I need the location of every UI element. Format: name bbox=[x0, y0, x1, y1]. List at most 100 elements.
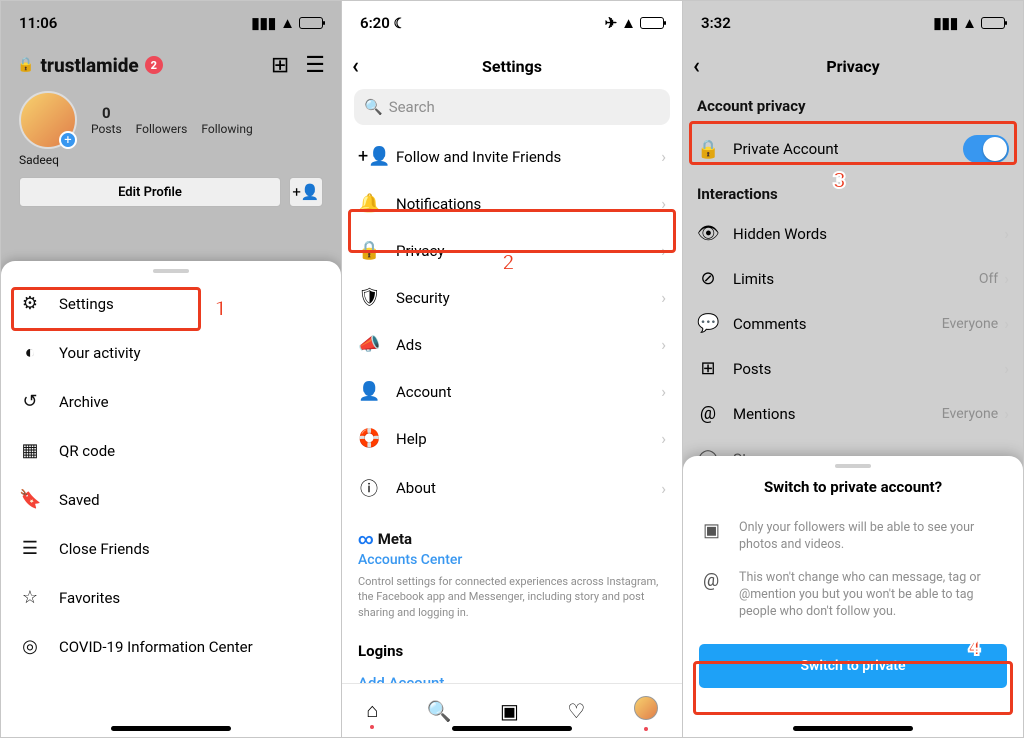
switch-to-private-button[interactable]: Switch to private bbox=[699, 644, 1007, 688]
home-indicator[interactable] bbox=[793, 726, 913, 731]
row-label: Follow and Invite Friends bbox=[396, 148, 561, 166]
panel-profile-menu: 11:06 ▮▮▮ ▲ 🔒 trustlamide 2 ⊞ ☰ bbox=[1, 1, 342, 737]
sheet-grabber[interactable] bbox=[153, 269, 189, 273]
chevron-right-icon: › bbox=[661, 194, 666, 213]
settings-security[interactable]: 🛡 Security › bbox=[342, 274, 682, 321]
menu-close-friends[interactable]: ☰Close Friends bbox=[1, 524, 341, 573]
tab-activity[interactable]: ♡ bbox=[567, 699, 585, 723]
chevron-right-icon: › bbox=[661, 288, 666, 307]
row-label: Security bbox=[396, 289, 450, 307]
lock-icon: 🔒 bbox=[358, 240, 380, 261]
hamburger-menu-icon[interactable]: ☰ bbox=[305, 53, 325, 78]
signal-icon: ▮▮▮ bbox=[933, 14, 958, 32]
menu-covid[interactable]: ◎COVID-19 Information Center bbox=[1, 622, 341, 671]
row-posts[interactable]: ⊞Posts› bbox=[683, 346, 1023, 391]
status-time: 3:32 bbox=[701, 14, 731, 32]
menu-qr[interactable]: ▦QR code bbox=[1, 426, 341, 475]
back-button[interactable]: ‹ bbox=[352, 54, 359, 79]
search-placeholder: Search bbox=[389, 98, 435, 116]
private-account-toggle[interactable] bbox=[963, 135, 1009, 163]
menu-label: Settings bbox=[59, 295, 114, 313]
tab-reels[interactable]: ▣ bbox=[500, 699, 519, 723]
qr-icon: ▦ bbox=[19, 440, 41, 461]
panel-settings: 6:20 ☾ ✈ ▲ ‹ Settings 🔍 Search +👤Follow … bbox=[342, 1, 683, 737]
home-indicator[interactable] bbox=[111, 726, 231, 731]
eye-off-icon: 👁 bbox=[697, 223, 719, 244]
menu-favorites[interactable]: ☆Favorites bbox=[1, 573, 341, 622]
home-indicator[interactable] bbox=[452, 726, 572, 731]
tab-search[interactable]: 🔍 bbox=[427, 699, 452, 723]
row-label: Comments bbox=[733, 315, 807, 333]
help-icon: 🛟 bbox=[358, 428, 380, 449]
reels-icon: ▣ bbox=[703, 520, 725, 541]
row-mentions[interactable]: @MentionsEveryone› bbox=[683, 391, 1023, 436]
row-limits[interactable]: ⊘LimitsOff› bbox=[683, 256, 1023, 301]
bell-icon: 🔔 bbox=[358, 193, 380, 214]
menu-label: Archive bbox=[59, 393, 109, 411]
chevron-right-icon: › bbox=[661, 479, 666, 498]
page-title: Settings bbox=[482, 57, 542, 76]
settings-header: ‹ Settings bbox=[342, 45, 682, 87]
section-interactions: Interactions bbox=[683, 175, 1023, 211]
row-hidden-words[interactable]: 👁Hidden Words› bbox=[683, 211, 1023, 256]
discover-people-button[interactable]: +👤 bbox=[289, 177, 323, 207]
lock-icon: 🔒 bbox=[697, 139, 719, 160]
menu-archive[interactable]: ↺Archive bbox=[1, 377, 341, 426]
shield-icon: 🛡 bbox=[358, 287, 380, 308]
settings-help[interactable]: 🛟Help› bbox=[342, 415, 682, 462]
row-label: Hidden Words bbox=[733, 225, 827, 243]
menu-label: COVID-19 Information Center bbox=[59, 638, 253, 656]
privacy-header: ‹ Privacy bbox=[683, 45, 1023, 87]
new-post-icon[interactable]: ⊞ bbox=[271, 53, 289, 78]
stat-posts[interactable]: 0Posts bbox=[91, 104, 122, 136]
status-bar: 3:32 ▮▮▮ ▲ bbox=[683, 1, 1023, 45]
menu-label: Your activity bbox=[59, 344, 141, 362]
settings-follow-invite[interactable]: +👤Follow and Invite Friends› bbox=[342, 133, 682, 180]
settings-account[interactable]: 👤Account› bbox=[342, 368, 682, 415]
profile-menu-sheet: ⚙Settings ◐Your activity ↺Archive ▦QR co… bbox=[1, 261, 341, 737]
plus-square-icon: ⊞ bbox=[697, 358, 719, 379]
sheet-grabber[interactable] bbox=[835, 464, 871, 468]
accounts-center-link[interactable]: Accounts Center bbox=[358, 548, 666, 568]
private-account-row[interactable]: 🔒 Private Account bbox=[683, 123, 1023, 175]
at-icon: @ bbox=[697, 403, 719, 424]
search-input[interactable]: 🔍 Search bbox=[354, 89, 670, 125]
row-value: Everyone bbox=[942, 406, 998, 422]
edit-profile-button[interactable]: Edit Profile bbox=[19, 177, 281, 207]
stat-following[interactable]: Following bbox=[201, 104, 252, 136]
back-button[interactable]: ‹ bbox=[693, 54, 700, 79]
row-comments[interactable]: 💬CommentsEveryone› bbox=[683, 301, 1023, 346]
tab-home[interactable]: ⌂ bbox=[366, 698, 378, 723]
chevron-right-icon: › bbox=[661, 335, 666, 354]
menu-saved[interactable]: 🔖Saved bbox=[1, 475, 341, 524]
menu-settings[interactable]: ⚙Settings bbox=[1, 279, 341, 328]
comment-icon: 💬 bbox=[697, 313, 719, 334]
step-number-3: 3 bbox=[833, 169, 846, 194]
row-label: Notifications bbox=[396, 195, 481, 213]
status-bar: 11:06 ▮▮▮ ▲ bbox=[1, 1, 341, 45]
step-number-1: 1 bbox=[214, 297, 227, 322]
tab-profile[interactable] bbox=[634, 696, 658, 725]
menu-activity[interactable]: ◐Your activity bbox=[1, 328, 341, 377]
page-title: Privacy bbox=[826, 57, 879, 76]
display-name: Sadeeq bbox=[13, 149, 329, 177]
settings-notifications[interactable]: 🔔 Notifications › bbox=[342, 180, 682, 227]
row-label: About bbox=[396, 479, 436, 497]
row-label: Privacy bbox=[396, 242, 444, 260]
person-plus-icon: +👤 bbox=[358, 146, 380, 167]
settings-about[interactable]: ⓘAbout› bbox=[342, 462, 682, 514]
megaphone-icon: 📣 bbox=[358, 334, 380, 355]
row-label: Help bbox=[396, 430, 427, 448]
warning-icon: ⊘ bbox=[697, 268, 719, 289]
settings-ads[interactable]: 📣Ads› bbox=[342, 321, 682, 368]
profile-username[interactable]: 🔒 trustlamide 2 bbox=[17, 54, 163, 77]
switch-private-sheet: Switch to private account? ▣Only your fo… bbox=[683, 456, 1023, 737]
battery-icon bbox=[299, 17, 323, 29]
logins-header: Logins bbox=[342, 630, 682, 664]
avatar[interactable]: + bbox=[19, 91, 77, 149]
row-value: Everyone bbox=[942, 316, 998, 332]
row-label: Private Account bbox=[733, 140, 839, 158]
star-icon: ☆ bbox=[19, 587, 41, 608]
add-story-icon[interactable]: + bbox=[59, 131, 77, 149]
stat-followers[interactable]: Followers bbox=[136, 104, 188, 136]
